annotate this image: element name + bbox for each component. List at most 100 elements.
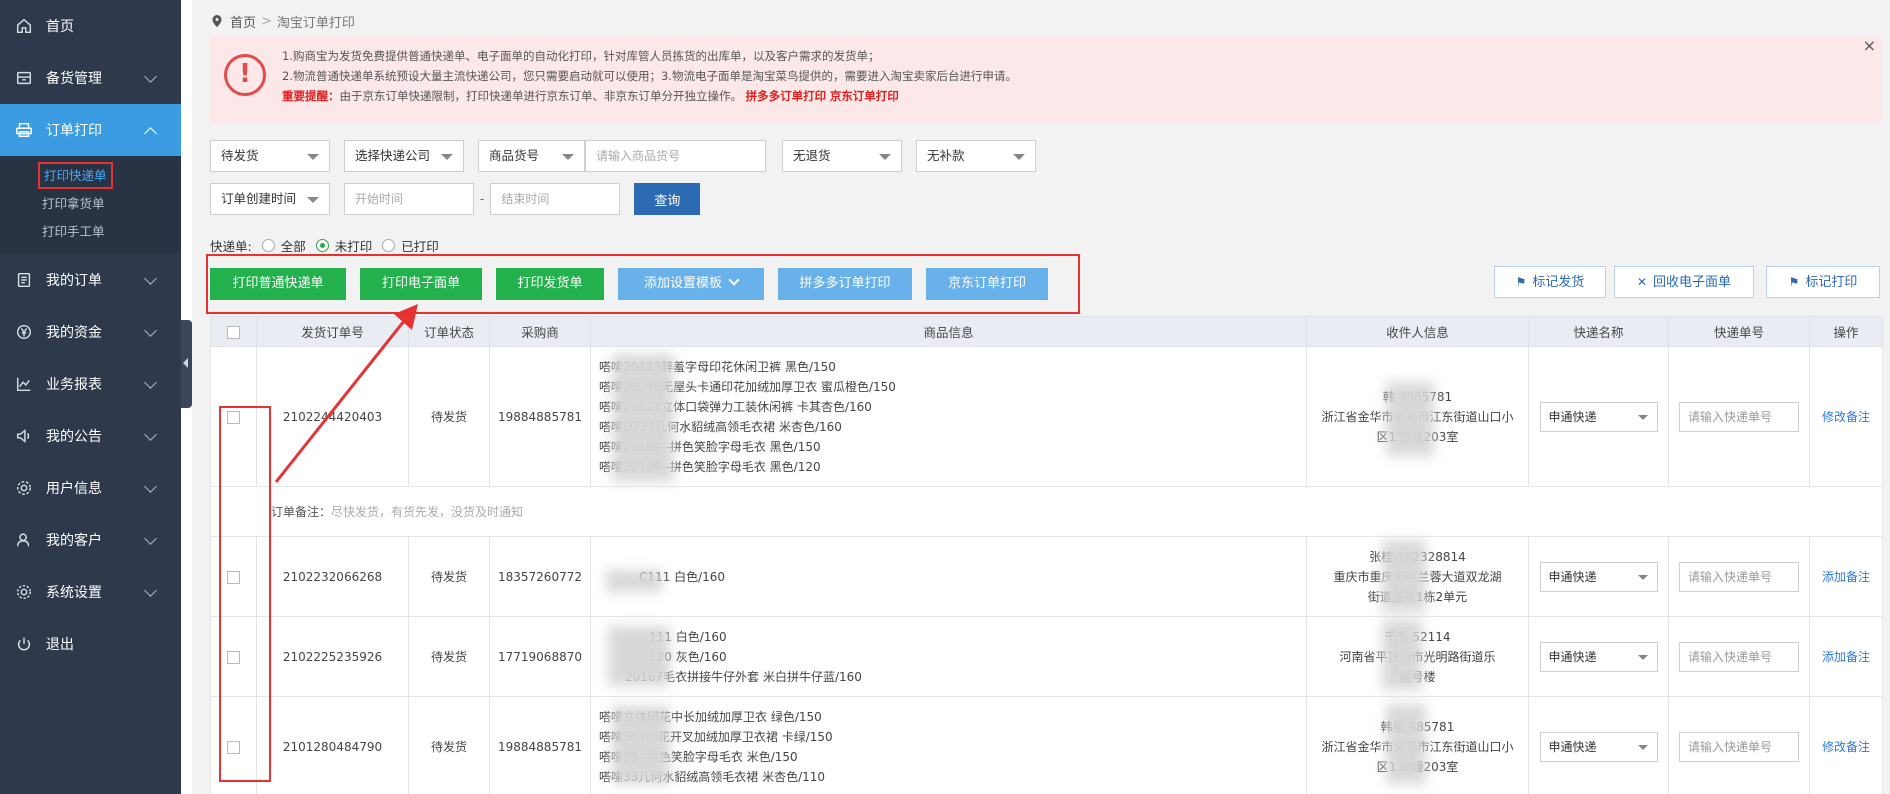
goods-info: C111 白色/160 — [590, 536, 1307, 617]
privacy-blur — [1386, 382, 1434, 456]
privacy-blur — [1382, 540, 1426, 612]
privacy-blur — [606, 570, 662, 592]
chevron-down-icon — [144, 428, 157, 441]
col-express: 快递名称 — [1528, 316, 1669, 347]
date-range-dash: - — [480, 192, 485, 206]
checkbox-column-highlight — [219, 406, 271, 782]
nav-user-info[interactable]: 用户信息 — [0, 462, 181, 514]
print-electronic-waybill-button[interactable]: 打印电子面单 — [360, 268, 482, 300]
nav-reports[interactable]: 业务报表 — [0, 358, 181, 410]
annotation-arrow — [274, 304, 418, 483]
goods-field-select[interactable]: 商品货号 — [478, 140, 585, 172]
nav-order-print[interactable]: 订单打印 — [0, 104, 181, 156]
express-select[interactable]: 申通快递 — [1539, 561, 1658, 592]
express-select[interactable]: 申通快递 — [1539, 731, 1658, 762]
print-normal-express-button[interactable]: 打印普通快递单 — [210, 268, 346, 300]
customer-icon — [14, 530, 34, 550]
yen-icon — [14, 322, 34, 342]
order-no: 2102225235926 — [256, 616, 409, 697]
nav-label: 系统设置 — [46, 585, 102, 601]
start-time-input[interactable] — [344, 183, 474, 215]
sidebar-collapse-handle[interactable] — [181, 320, 192, 408]
nav-label: 我的公告 — [46, 429, 102, 445]
nav-announcements[interactable]: 我的公告 — [0, 410, 181, 462]
subnav-order-print: 打印快递单 打印拿货单 打印手工单 — [0, 156, 181, 254]
col-goods: 商品信息 — [590, 316, 1307, 347]
select-all-checkbox[interactable] — [227, 326, 240, 339]
breadcrumb-home[interactable]: 首页 — [230, 12, 256, 31]
mark-shipped-button[interactable]: ⚑ 标记发货 — [1494, 266, 1606, 298]
orders-table: 发货订单号 订单状态 采购商 商品信息 收件人信息 快递名称 快递单号 操作 2… — [210, 316, 1883, 794]
flag-icon: ⚑ — [1515, 275, 1527, 289]
privacy-blur — [612, 354, 674, 482]
subnav-print-manual[interactable]: 打印手工单 — [0, 218, 181, 246]
express-status-filter: 快递单: 全部 未打印 已打印 — [210, 236, 439, 255]
close-icon[interactable]: × — [1863, 36, 1876, 55]
inventory-icon — [14, 68, 34, 88]
alert-icon: ! — [224, 54, 266, 96]
status-select[interactable]: 待发货 — [210, 140, 330, 172]
jd-order-print-button[interactable]: 京东订单打印 — [926, 268, 1048, 300]
add-remark-link[interactable]: 添加备注 — [1822, 570, 1870, 584]
return-select[interactable]: 无退货 — [782, 140, 902, 172]
buyer: 18357260772 — [489, 536, 591, 617]
filter-row: 待发货 选择快递公司 商品货号 无退货 无补款 — [210, 140, 1810, 172]
breadcrumb: 首页 > 淘宝订单打印 — [210, 8, 355, 34]
goods-info: 嗒嗦20123醉羞字母印花休闲卫裤 黑色/150 嗒嗦20248无屋头卡通印花加绒… — [590, 346, 1307, 487]
nav-my-orders[interactable]: 我的订单 — [0, 254, 181, 306]
add-remark-link[interactable]: 添加备注 — [1822, 650, 1870, 664]
radio-printed[interactable]: 已打印 — [382, 236, 439, 255]
tracking-input[interactable] — [1679, 731, 1799, 762]
time-type-select[interactable]: 订单创建时间 — [210, 183, 330, 215]
supplement-select[interactable]: 无补款 — [916, 140, 1036, 172]
nav-logout[interactable]: 退出 — [0, 618, 181, 670]
radio-all[interactable]: 全部 — [261, 236, 306, 255]
jd-print-link[interactable]: 京东订单打印 — [830, 89, 899, 103]
remark-text: 尽快发货，有货先发，没货及时通知 — [331, 505, 524, 519]
express-company-select[interactable]: 选择快递公司 — [344, 140, 464, 172]
nav-inventory[interactable]: 备货管理 — [0, 52, 181, 104]
tracking-input[interactable] — [1679, 401, 1799, 432]
express-select[interactable]: 申通快递 — [1539, 401, 1658, 432]
express-select[interactable]: 申通快递 — [1539, 641, 1658, 672]
add-template-button[interactable]: 添加设置模板 — [618, 268, 764, 300]
remark-label: 订单备注： — [271, 505, 332, 519]
end-time-input[interactable] — [490, 183, 621, 215]
chevron-down-icon — [144, 584, 157, 597]
edit-remark-link[interactable]: 修改备注 — [1822, 740, 1870, 754]
table-row: 2102244420403 待发货 19884885781 嗒嗦20123醉羞字… — [210, 346, 1883, 487]
col-buyer: 采购商 — [489, 316, 591, 347]
radio-unprinted[interactable]: 未打印 — [315, 236, 372, 255]
speaker-icon — [14, 426, 34, 446]
pdd-order-print-button[interactable]: 拼多多订单打印 — [778, 268, 912, 300]
query-button[interactable]: 查询 — [634, 183, 701, 215]
sidebar: 首页 备货管理 订单打印 打印快递单 打印拿货单 打印手工单 我的订单 我的资金… — [0, 0, 181, 794]
pdd-print-link[interactable]: 拼多多订单打印 — [746, 89, 827, 103]
printer-icon — [14, 120, 34, 140]
print-delivery-note-button[interactable]: 打印发货单 — [496, 268, 604, 300]
nav-settings[interactable]: 系统设置 — [0, 566, 181, 618]
flag-icon: ⚑ — [1788, 275, 1800, 289]
privacy-blur — [612, 706, 670, 784]
mark-printed-button[interactable]: ⚑ 标记打印 — [1766, 266, 1880, 298]
warning-text: 由于京东订单快递限制，打印快递单进行京东订单、非京东订单分开独立操作。 — [339, 89, 743, 103]
recycle-waybill-button[interactable]: ✕ 回收电子面单 — [1614, 266, 1754, 298]
notice-text: 1.购商宝为发货免费提供普通快递单、电子面单的自动化打印，针对库管人员拣货的出库… — [282, 46, 1017, 106]
subnav-print-pickup[interactable]: 打印拿货单 — [0, 190, 181, 218]
tracking-input[interactable] — [1679, 641, 1799, 672]
warning-label: 重要提醒： — [282, 89, 340, 103]
table-row: 2102232066268 待发货 18357260772 C111 白色/16… — [210, 536, 1883, 617]
user-gear-icon — [14, 478, 34, 498]
subnav-print-express[interactable]: 打印快递单 — [0, 162, 181, 190]
nav-customers[interactable]: 我的客户 — [0, 514, 181, 566]
settings-icon — [14, 582, 34, 602]
nav-home[interactable]: 首页 — [0, 0, 181, 52]
nav-my-funds[interactable]: 我的资金 — [0, 306, 181, 358]
nav-label: 订单打印 — [46, 123, 102, 139]
edit-remark-link[interactable]: 修改备注 — [1822, 410, 1870, 424]
goods-info: 嗒嗦立体印花中长加绒加厚卫衣 绿色/150 嗒嗦301印花开叉加绒加厚卫衣裙 卡绿… — [590, 696, 1307, 794]
tracking-input[interactable] — [1679, 561, 1799, 592]
goods-number-input[interactable] — [585, 140, 766, 172]
nav-label: 首页 — [46, 19, 74, 35]
nav-label: 我的资金 — [46, 325, 102, 341]
